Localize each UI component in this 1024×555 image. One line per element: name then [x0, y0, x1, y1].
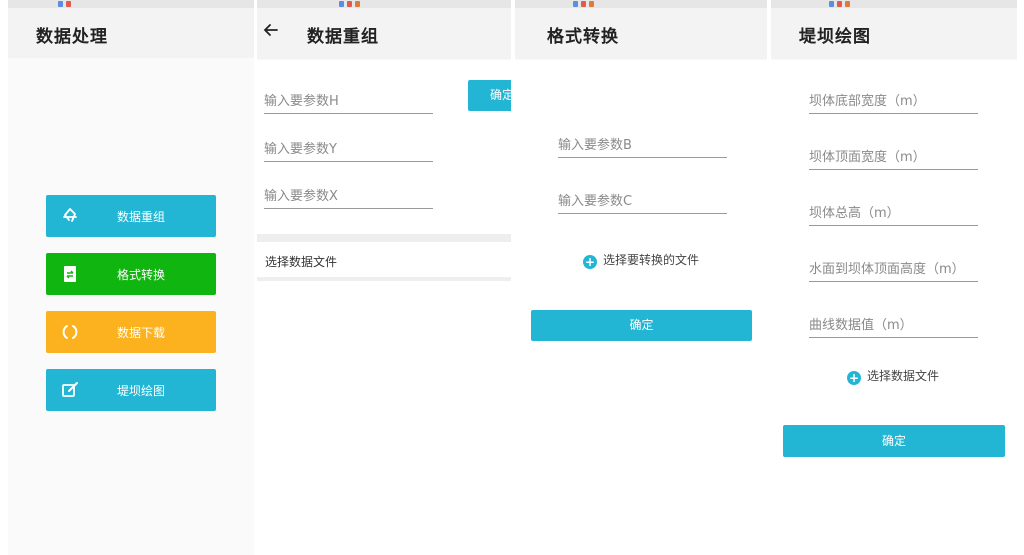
- screen-data-processing: 数据处理 数据重组 格式转换 数据下载 堤坝绘图: [8, 0, 254, 555]
- curve-value-input[interactable]: 曲线数据值（m）: [809, 312, 978, 338]
- menu-button-data-regroup[interactable]: 数据重组: [46, 195, 216, 237]
- page-title: 格式转换: [547, 27, 619, 47]
- param-h-input[interactable]: 输入要参数H: [264, 88, 433, 114]
- choose-file-label: 选择数据文件: [867, 369, 940, 383]
- status-icon: [589, 1, 594, 7]
- app-bar: 堤坝绘图: [771, 8, 1017, 58]
- back-arrow-icon[interactable]: [261, 20, 281, 40]
- input-placeholder: 水面到坝体顶面高度（m）: [809, 262, 965, 277]
- status-bar: [771, 0, 1017, 8]
- status-icon: [347, 1, 352, 7]
- choose-convert-file-button[interactable]: + 选择要转换的文件: [583, 251, 699, 269]
- menu-button-format-convert[interactable]: 格式转换: [46, 253, 216, 295]
- screen-data-regroup: 数据重组 确定 输入要参数H 输入要参数Y 输入要参数X 选择数据文件: [257, 0, 511, 555]
- status-bar: [8, 0, 254, 8]
- confirm-button-label: 确定: [629, 318, 654, 332]
- dam-bottom-width-input[interactable]: 坝体底部宽度（m）: [809, 88, 978, 114]
- status-icon: [837, 1, 842, 7]
- screenshot-collage: 数据处理 数据重组 格式转换 数据下载 堤坝绘图 数据重组 确定 输入要参数H …: [0, 0, 1024, 555]
- app-bar: 数据重组: [257, 8, 511, 58]
- param-y-input[interactable]: 输入要参数Y: [264, 136, 433, 162]
- add-circle-icon: +: [847, 371, 861, 385]
- confirm-button-label: 确定: [490, 88, 511, 102]
- input-placeholder: 坝体底部宽度（m）: [809, 94, 926, 109]
- divider: [257, 234, 511, 242]
- confirm-button[interactable]: 确定: [468, 80, 511, 111]
- status-bar: [257, 0, 511, 8]
- choose-data-file-button[interactable]: + 选择数据文件: [847, 367, 939, 385]
- param-c-input[interactable]: 输入要参数C: [558, 188, 727, 214]
- menu-button-dam-drawing[interactable]: 堤坝绘图: [46, 369, 216, 411]
- status-icon: [581, 1, 586, 7]
- page-title: 数据重组: [307, 27, 379, 47]
- param-x-input[interactable]: 输入要参数X: [264, 183, 433, 209]
- screen-dam-drawing: 堤坝绘图 坝体底部宽度（m） 坝体顶面宽度（m） 坝体总高（m） 水面到坝体顶面…: [771, 0, 1017, 555]
- input-placeholder: 输入要参数H: [264, 94, 339, 109]
- choose-file-label: 选择要转换的文件: [603, 253, 700, 267]
- screen-format-convert: 格式转换 输入要参数B 输入要参数C + 选择要转换的文件 确定: [515, 0, 767, 555]
- menu-button-label: 数据下载: [116, 326, 165, 340]
- menu-button-label: 数据重组: [116, 210, 165, 224]
- confirm-button-label: 确定: [881, 434, 906, 448]
- input-placeholder: 坝体顶面宽度（m）: [809, 150, 926, 165]
- input-placeholder: 坝体总高（m）: [809, 206, 900, 221]
- page-title: 数据处理: [36, 27, 108, 47]
- menu-button-label: 堤坝绘图: [116, 384, 165, 398]
- input-placeholder: 输入要参数C: [558, 194, 633, 209]
- dam-total-height-input[interactable]: 坝体总高（m）: [809, 200, 978, 226]
- status-icon: [829, 1, 834, 7]
- status-icon: [845, 1, 850, 7]
- status-icon: [58, 1, 63, 7]
- choose-file-label: 选择数据文件: [265, 255, 338, 269]
- choose-file-row[interactable]: 选择数据文件: [257, 242, 511, 278]
- menu-button-data-download[interactable]: 数据下载: [46, 311, 216, 353]
- status-icon: [66, 1, 71, 7]
- page-title: 堤坝绘图: [799, 27, 871, 47]
- dam-top-width-input[interactable]: 坝体顶面宽度（m）: [809, 144, 978, 170]
- input-placeholder: 曲线数据值（m）: [809, 318, 913, 333]
- divider: [257, 277, 511, 281]
- status-icon: [573, 1, 578, 7]
- add-circle-icon: +: [583, 255, 597, 269]
- content-area: [8, 58, 254, 555]
- status-bar: [515, 0, 767, 8]
- status-icon: [355, 1, 360, 7]
- app-bar: 数据处理: [8, 8, 254, 58]
- input-placeholder: 输入要参数X: [264, 189, 338, 204]
- confirm-button[interactable]: 确定: [783, 425, 1005, 457]
- input-placeholder: 输入要参数Y: [264, 142, 337, 157]
- status-icon: [339, 1, 344, 7]
- input-placeholder: 输入要参数B: [558, 138, 632, 153]
- app-bar: 格式转换: [515, 8, 767, 58]
- confirm-button[interactable]: 确定: [531, 310, 752, 341]
- menu-button-label: 格式转换: [116, 268, 165, 282]
- param-b-input[interactable]: 输入要参数B: [558, 132, 727, 158]
- water-to-top-height-input[interactable]: 水面到坝体顶面高度（m）: [809, 256, 978, 282]
